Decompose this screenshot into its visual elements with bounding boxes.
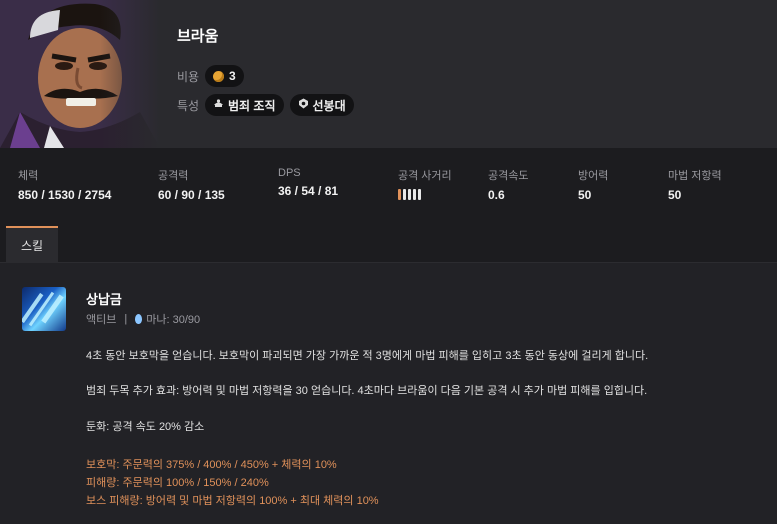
range-bar-segment: [398, 189, 401, 200]
tab-skill[interactable]: 스킬: [6, 226, 58, 263]
stat-label: 체력: [18, 170, 39, 182]
stat-value: 850 / 1530 / 2754: [18, 188, 112, 202]
champion-portrait: [0, 0, 160, 148]
stat-value: 36 / 54 / 81: [278, 184, 339, 198]
skill-mana: 마나: 30/90: [146, 314, 201, 326]
stat-magic-resist: 마법 저항력 50: [668, 167, 722, 202]
stat-health: 체력 850 / 1530 / 2754: [18, 167, 111, 202]
skill-panel: 상납금 액티브 | 마나: 30/90 4초 동안 보호막을 얻습니다. 보호막…: [0, 263, 777, 524]
cost-label: 비용: [177, 69, 200, 84]
vanguard-icon: [298, 98, 309, 112]
skill-description-line: 4초 동안 보호막을 얻습니다. 보호막이 파괴되면 가장 가까운 적 3명에게…: [86, 350, 649, 362]
range-bar-segment: [418, 189, 421, 200]
trait-badge-vanguard[interactable]: 선봉대: [289, 94, 354, 116]
range-bar-segment: [413, 189, 416, 200]
stat-value: 0.6: [488, 188, 505, 202]
mana-icon: [135, 314, 143, 324]
tab-bar: 스킬: [0, 226, 777, 263]
skill-description-line: 범죄 두목 추가 효과: 방어력 및 마법 저항력을 30 얻습니다. 4초마다…: [86, 385, 648, 397]
stat-label: 공격속도: [488, 170, 529, 182]
stat-dps: DPS 36 / 54 / 81: [278, 167, 338, 198]
skill-meta: 액티브 | 마나: 30/90: [86, 311, 200, 327]
gold-coin-icon: [213, 70, 224, 82]
trait-name: 범죄 조직: [228, 98, 276, 113]
stat-label: 공격력: [158, 170, 189, 182]
cost-badge: 3: [205, 65, 244, 87]
meta-separator: |: [124, 313, 128, 325]
trait-name: 선봉대: [312, 98, 346, 113]
trait-badge-crime-syndicate[interactable]: 범죄 조직: [205, 94, 284, 116]
attack-range-indicator: [398, 189, 452, 200]
stat-value: 50: [578, 188, 592, 202]
skill-scaling-line: 피해량: 주문력의 100% / 150% / 240%: [86, 477, 269, 489]
skill-icon: [22, 287, 66, 331]
champion-name: 브라움: [177, 28, 219, 45]
stat-value: 50: [668, 188, 682, 202]
skill-description-line: 둔화: 공격 속도 20% 감소: [86, 421, 205, 433]
stat-label: 마법 저항력: [668, 170, 722, 182]
traits-label: 특성: [177, 98, 200, 113]
stat-value: 60 / 90 / 135: [158, 188, 225, 202]
stat-attack-speed: 공격속도 0.6: [488, 167, 528, 202]
stat-armor: 방어력 50: [578, 167, 608, 202]
stat-label: 공격 사거리: [398, 170, 452, 182]
stats-bar: 체력 850 / 1530 / 2754 공격력 60 / 90 / 135 D…: [0, 148, 777, 214]
traits-row: 특성 범죄 조직 선봉대: [177, 94, 360, 116]
stat-label: 방어력: [578, 170, 609, 182]
skill-scaling-line: 보스 피해량: 방어력 및 마법 저항력의 100% + 최대 체력의 10%: [86, 495, 379, 507]
range-bar-segment: [408, 189, 411, 200]
skill-name: 상납금: [86, 292, 122, 307]
skill-scaling-line: 보호막: 주문력의 375% / 400% / 450% + 체력의 10%: [86, 459, 337, 471]
skill-type: 액티브: [86, 314, 117, 326]
range-bar-segment: [403, 189, 406, 200]
cost-value: 3: [229, 69, 236, 83]
cost-row: 비용 3: [177, 65, 250, 87]
stat-attack-range: 공격 사거리: [398, 167, 452, 200]
crime-syndicate-icon: [213, 98, 224, 112]
stat-label: DPS: [278, 167, 301, 179]
stat-attack-damage: 공격력 60 / 90 / 135: [158, 167, 225, 202]
champion-header: 브라움 비용 3 특성 범죄 조직 선봉대: [0, 0, 777, 148]
